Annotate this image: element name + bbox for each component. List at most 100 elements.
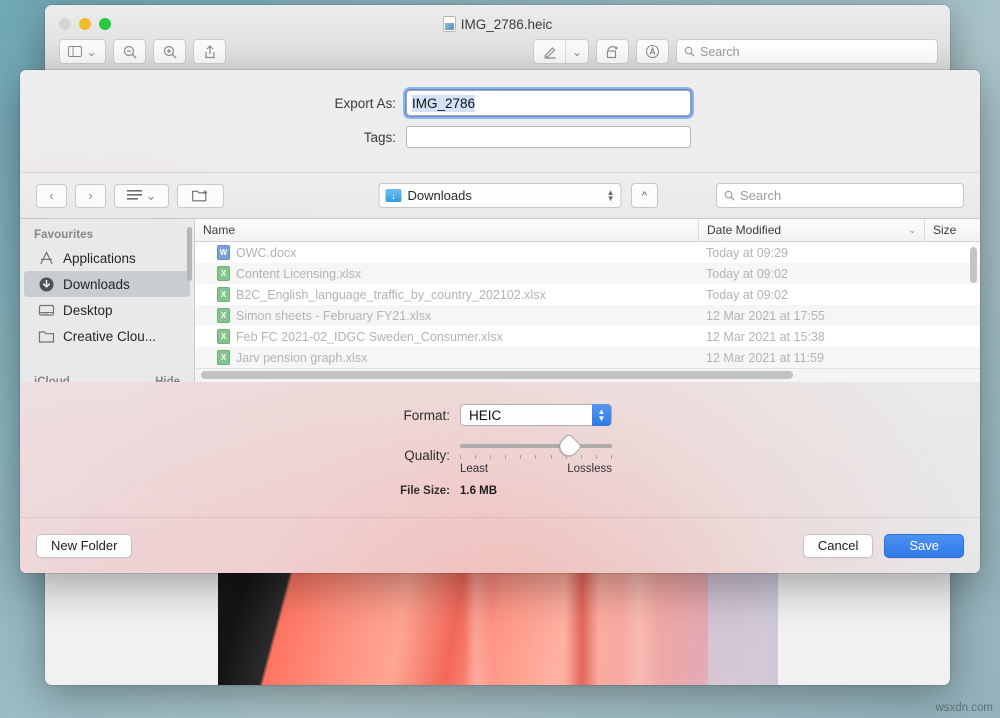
preview-toolbar-left: ⌄ [59,39,226,64]
column-header-date-modified[interactable]: Date Modified ⌄ [698,219,924,241]
file-list-vertical-scrollbar[interactable] [970,247,977,283]
chevron-down-icon[interactable]: ⌄ [566,40,588,63]
view-options-button[interactable]: ⌄ [114,184,169,208]
export-as-row: Export As: IMG_2786 [20,90,980,116]
preview-search-placeholder: Search [700,45,740,59]
sidebar-toggle-button[interactable]: ⌄ [59,39,106,64]
sidebar-item-downloads[interactable]: Downloads [24,271,190,297]
magnifier-minus-icon [123,45,137,59]
format-select[interactable]: HEIC ▲▼ [460,404,612,426]
sidebar-item-applications[interactable]: Applications [24,245,190,271]
desktop-icon [38,302,55,319]
quality-lossless-label: Lossless [567,463,612,475]
column-header-size[interactable]: Size [924,219,980,241]
format-label: Format: [20,408,460,423]
magnifier-plus-icon [163,45,177,59]
forward-button[interactable]: › [75,184,106,208]
preview-titlebar: IMG_2786.heic ⌄ ⌄ [45,5,950,73]
cancel-button[interactable]: Cancel [803,534,873,558]
file-search-placeholder: Search [740,188,781,203]
file-size-value: 1.6 MB [460,485,497,497]
new-folder-icon-button[interactable] [177,184,224,208]
sidebar-item-label: Creative Clou... [63,329,156,344]
new-folder-button[interactable]: New Folder [36,534,132,558]
zoom-in-button[interactable] [153,39,186,64]
chevron-down-icon: ⌄ [146,188,157,204]
export-as-input[interactable]: IMG_2786 [406,90,691,116]
rotate-button[interactable] [596,39,629,64]
excel-file-icon: X [217,266,230,281]
markup-button[interactable]: ⌄ [533,39,589,64]
rotate-icon [605,45,620,59]
location-popup-button[interactable]: Downloads ▲▼ [379,183,622,208]
table-row[interactable]: X B2C_English_language_traffic_by_country… [195,284,980,305]
table-row[interactable]: WOWC.docx Today at 09:29 [195,242,980,263]
downloads-folder-icon [386,189,402,202]
file-browser: Favourites Applications Downloads [20,218,980,382]
applications-icon [38,250,55,267]
quality-slider[interactable] [460,436,612,458]
save-button[interactable]: Save [884,534,964,558]
watermark: wsxdn.com [935,702,993,714]
annotate-button[interactable] [636,39,669,64]
dialog-footer: New Folder Cancel Save [20,517,980,573]
format-row: Format: HEIC ▲▼ [20,404,980,426]
file-date: Today at 09:29 [698,246,924,260]
preview-search-field[interactable]: Search [676,39,938,64]
quality-least-label: Least [460,463,488,475]
quality-slider-labels: Least Lossless [460,463,612,475]
document-icon [443,16,456,32]
location-value: Downloads [408,188,472,203]
quality-row: Quality: Least Lossless [20,436,980,475]
format-stepper-icon[interactable]: ▲▼ [592,404,611,426]
table-row[interactable]: XJarv pension graph.xlsx 12 Mar 2021 at … [195,347,980,368]
file-name: Feb FC 2021-02_IDGC Sweden_Consumer.xlsx [236,330,503,344]
show-less-button[interactable]: ^ [631,183,658,208]
share-button[interactable] [193,39,226,64]
export-as-label: Export As: [309,96,406,111]
sidebar-item-creative-cloud[interactable]: Creative Clou... [24,323,190,349]
file-name: Jarv pension graph.xlsx [236,351,367,365]
quality-slider-ticks [460,455,612,459]
window-title-bar: IMG_2786.heic [45,16,950,32]
table-row[interactable]: X Content Licensing.xlsx Today at 09:02 [195,263,980,284]
format-value: HEIC [469,408,501,423]
file-list-horizontal-scrollbar[interactable] [201,371,793,379]
folder-icon [38,328,55,345]
file-name: B2C_English_language_traffic_by_country_… [236,288,546,302]
file-date: Today at 09:02 [698,288,924,302]
excel-file-icon: X [217,287,230,302]
file-browser-toolbar: ‹ › ⌄ Downloads ▲▼ ^ Search [20,172,980,218]
sidebar-item-label: Applications [63,251,136,266]
sidebar: Favourites Applications Downloads [20,219,195,382]
column-header-name[interactable]: Name [195,219,698,241]
file-search-field[interactable]: Search [716,183,964,208]
sidebar-icon [68,46,82,57]
sort-chevron-down-icon: ⌄ [908,225,916,236]
excel-file-icon: X [217,329,230,344]
file-date: 12 Mar 2021 at 17:55 [698,309,924,323]
sidebar-item-label: Downloads [63,277,130,292]
list-view-icon [127,190,142,201]
file-list-horizontal-scrollbar-track [195,368,980,382]
sidebar-scrollbar[interactable] [187,227,192,281]
quality-label: Quality: [20,448,460,463]
back-button[interactable]: ‹ [36,184,67,208]
table-row[interactable]: X Feb FC 2021-02_IDGC Sweden_Consumer.xls… [195,326,980,347]
sidebar-item-desktop[interactable]: Desktop [24,297,190,323]
zoom-out-button[interactable] [113,39,146,64]
file-date: 12 Mar 2021 at 11:59 [698,351,924,365]
pen-icon [534,40,566,63]
quality-slider-track [460,444,612,448]
tags-input[interactable] [406,126,691,148]
file-date: Today at 09:02 [698,267,924,281]
circle-a-icon [645,44,660,59]
table-row[interactable]: XSimon sheets - February FY21.xlsx 12 Ma… [195,305,980,326]
file-size-label: File Size: [20,485,460,497]
file-date: 12 Mar 2021 at 15:38 [698,330,924,344]
file-name: Content Licensing.xlsx [236,267,361,281]
search-icon [724,190,735,201]
tags-label: Tags: [309,130,406,145]
name-section: Export As: IMG_2786 Tags: [20,70,980,172]
file-size-row: File Size: 1.6 MB [20,485,980,497]
